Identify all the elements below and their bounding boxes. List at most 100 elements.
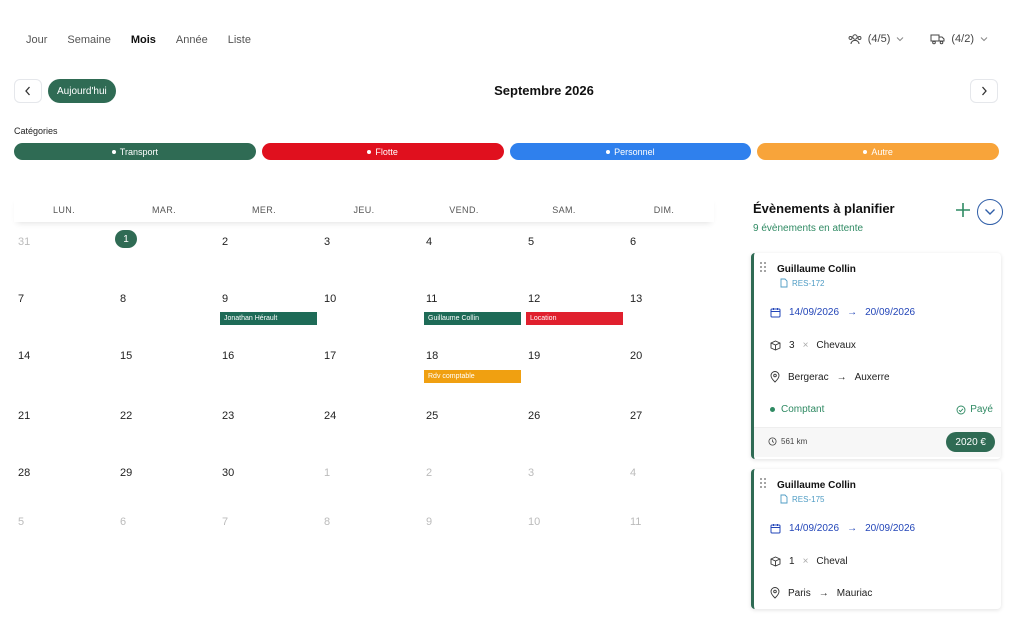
weekday-label: LUN. bbox=[52, 205, 76, 215]
day-cell[interactable]: 28 bbox=[14, 459, 116, 508]
day-cell[interactable]: 15 bbox=[116, 342, 218, 402]
card-cargo-type: Chevaux bbox=[816, 340, 856, 351]
day-cell[interactable]: 8 bbox=[320, 508, 422, 565]
day-cell[interactable]: 9 Jonathan Hérault bbox=[218, 285, 320, 342]
day-cell[interactable]: 17 bbox=[320, 342, 422, 402]
day-number: 4 bbox=[630, 467, 637, 479]
day-cell[interactable]: 29 bbox=[116, 459, 218, 508]
day-cell[interactable]: 22 bbox=[116, 402, 218, 459]
day-number: 16 bbox=[222, 350, 235, 362]
chevron-down-icon bbox=[985, 209, 995, 215]
card-date-from: 14/09/2026 bbox=[789, 307, 840, 318]
day-cell[interactable]: 6 bbox=[626, 228, 728, 285]
day-cell[interactable]: 21 bbox=[14, 402, 116, 459]
day-cell[interactable]: 24 bbox=[320, 402, 422, 459]
day-cell[interactable]: 4 bbox=[626, 459, 728, 508]
day-cell[interactable]: 12 Location bbox=[524, 285, 626, 342]
tab-year[interactable]: Année bbox=[176, 34, 208, 46]
category-chip-flotte[interactable]: Flotte bbox=[261, 143, 504, 160]
tab-week[interactable]: Semaine bbox=[67, 34, 110, 46]
tab-list[interactable]: Liste bbox=[228, 34, 251, 46]
card-date-range: 14/09/2026 → 20/09/2026 bbox=[770, 307, 915, 318]
month-grid: 31 1 2 3 4 5 6 7 8 9 Jonathan Hérault 10 11 Guillaume… bbox=[14, 228, 728, 565]
day-number: 12 bbox=[528, 293, 541, 305]
categories-label: Catégories bbox=[14, 126, 58, 136]
day-cell[interactable]: 23 bbox=[218, 402, 320, 459]
pending-event-card[interactable]: Guillaume Collin RES-172 14/09/2026 → 20… bbox=[751, 253, 1001, 459]
day-number: 11 bbox=[630, 516, 642, 528]
day-cell[interactable]: 3 bbox=[320, 228, 422, 285]
calendar-event[interactable]: Guillaume Collin bbox=[424, 312, 521, 325]
card-route: Bergerac → Auxerre bbox=[770, 371, 890, 383]
category-chip-personnel[interactable]: Personnel bbox=[509, 143, 752, 160]
day-cell[interactable]: 27 bbox=[626, 402, 728, 459]
day-cell[interactable]: 31 bbox=[14, 228, 116, 285]
day-cell[interactable]: 10 bbox=[320, 285, 422, 342]
day-number: 1 bbox=[324, 467, 331, 479]
chevron-down-icon bbox=[980, 37, 988, 42]
day-cell[interactable]: 11 Guillaume Collin bbox=[422, 285, 524, 342]
day-cell[interactable]: 1 bbox=[320, 459, 422, 508]
day-number: 3 bbox=[324, 236, 331, 248]
day-number: 6 bbox=[630, 236, 637, 248]
day-cell[interactable]: 11 bbox=[626, 508, 728, 565]
card-quantity: 3 bbox=[789, 340, 795, 351]
people-filter[interactable]: (4/5) bbox=[848, 33, 905, 45]
times-icon: × bbox=[802, 340, 809, 351]
day-cell[interactable]: 2 bbox=[218, 228, 320, 285]
card-route-to: Auxerre bbox=[854, 371, 890, 383]
month-title: Septembre 2026 bbox=[494, 83, 594, 98]
day-cell[interactable]: 8 bbox=[116, 285, 218, 342]
day-cell[interactable]: 19 bbox=[524, 342, 626, 402]
day-cell[interactable]: 18 Rdv comptable bbox=[422, 342, 524, 402]
add-event-icon[interactable] bbox=[954, 201, 972, 219]
day-cell[interactable]: 7 bbox=[218, 508, 320, 565]
category-label: Autre bbox=[871, 146, 893, 157]
day-number: 29 bbox=[120, 467, 133, 479]
card-reference[interactable]: RES-172 bbox=[780, 278, 824, 288]
day-cell[interactable]: 5 bbox=[14, 508, 116, 565]
truck-icon bbox=[930, 34, 945, 45]
drag-handle-icon[interactable] bbox=[759, 261, 767, 273]
drag-handle-icon[interactable] bbox=[759, 477, 767, 489]
day-number: 5 bbox=[528, 236, 535, 248]
pending-event-card[interactable]: Guillaume Collin RES-175 14/09/2026 → 20… bbox=[751, 469, 1001, 609]
vehicle-filter-count: (4/2) bbox=[951, 33, 974, 45]
card-reference[interactable]: RES-175 bbox=[780, 494, 824, 504]
day-cell[interactable]: 26 bbox=[524, 402, 626, 459]
day-number: 18 bbox=[426, 350, 439, 362]
day-cell[interactable]: 9 bbox=[422, 508, 524, 565]
next-month-button[interactable] bbox=[970, 79, 998, 103]
day-cell[interactable]: 2 bbox=[422, 459, 524, 508]
day-cell[interactable]: 3 bbox=[524, 459, 626, 508]
tab-month[interactable]: Mois bbox=[131, 34, 156, 46]
day-cell[interactable]: 6 bbox=[116, 508, 218, 565]
card-cargo: 1 × Cheval bbox=[770, 556, 848, 567]
check-circle-icon bbox=[956, 405, 966, 414]
day-cell[interactable]: 25 bbox=[422, 402, 524, 459]
day-cell[interactable]: 5 bbox=[524, 228, 626, 285]
day-cell[interactable]: 16 bbox=[218, 342, 320, 402]
day-cell[interactable]: 4 bbox=[422, 228, 524, 285]
category-chip-autre[interactable]: Autre bbox=[757, 143, 999, 160]
calendar-event[interactable]: Rdv comptable bbox=[424, 370, 521, 383]
dot-icon bbox=[863, 149, 868, 154]
day-cell[interactable]: 13 bbox=[626, 285, 728, 342]
day-cell[interactable]: 20 bbox=[626, 342, 728, 402]
tab-day[interactable]: Jour bbox=[26, 34, 47, 46]
vehicle-filter[interactable]: (4/2) bbox=[930, 33, 988, 45]
people-filter-count: (4/5) bbox=[867, 33, 891, 45]
box-icon bbox=[770, 340, 781, 351]
side-panel-title: Évènements à planifier bbox=[753, 201, 895, 216]
collapse-panel-button[interactable] bbox=[977, 199, 1003, 225]
day-cell[interactable]: 10 bbox=[524, 508, 626, 565]
location-pin-icon bbox=[770, 587, 780, 599]
document-icon bbox=[780, 278, 788, 288]
calendar-event[interactable]: Location bbox=[526, 312, 623, 325]
calendar-event[interactable]: Jonathan Hérault bbox=[220, 312, 317, 325]
day-cell[interactable]: 14 bbox=[14, 342, 116, 402]
category-chip-transport[interactable]: Transport bbox=[14, 143, 256, 160]
day-cell[interactable]: 7 bbox=[14, 285, 116, 342]
day-cell[interactable]: 1 bbox=[115, 228, 218, 285]
day-cell[interactable]: 30 bbox=[218, 459, 320, 508]
